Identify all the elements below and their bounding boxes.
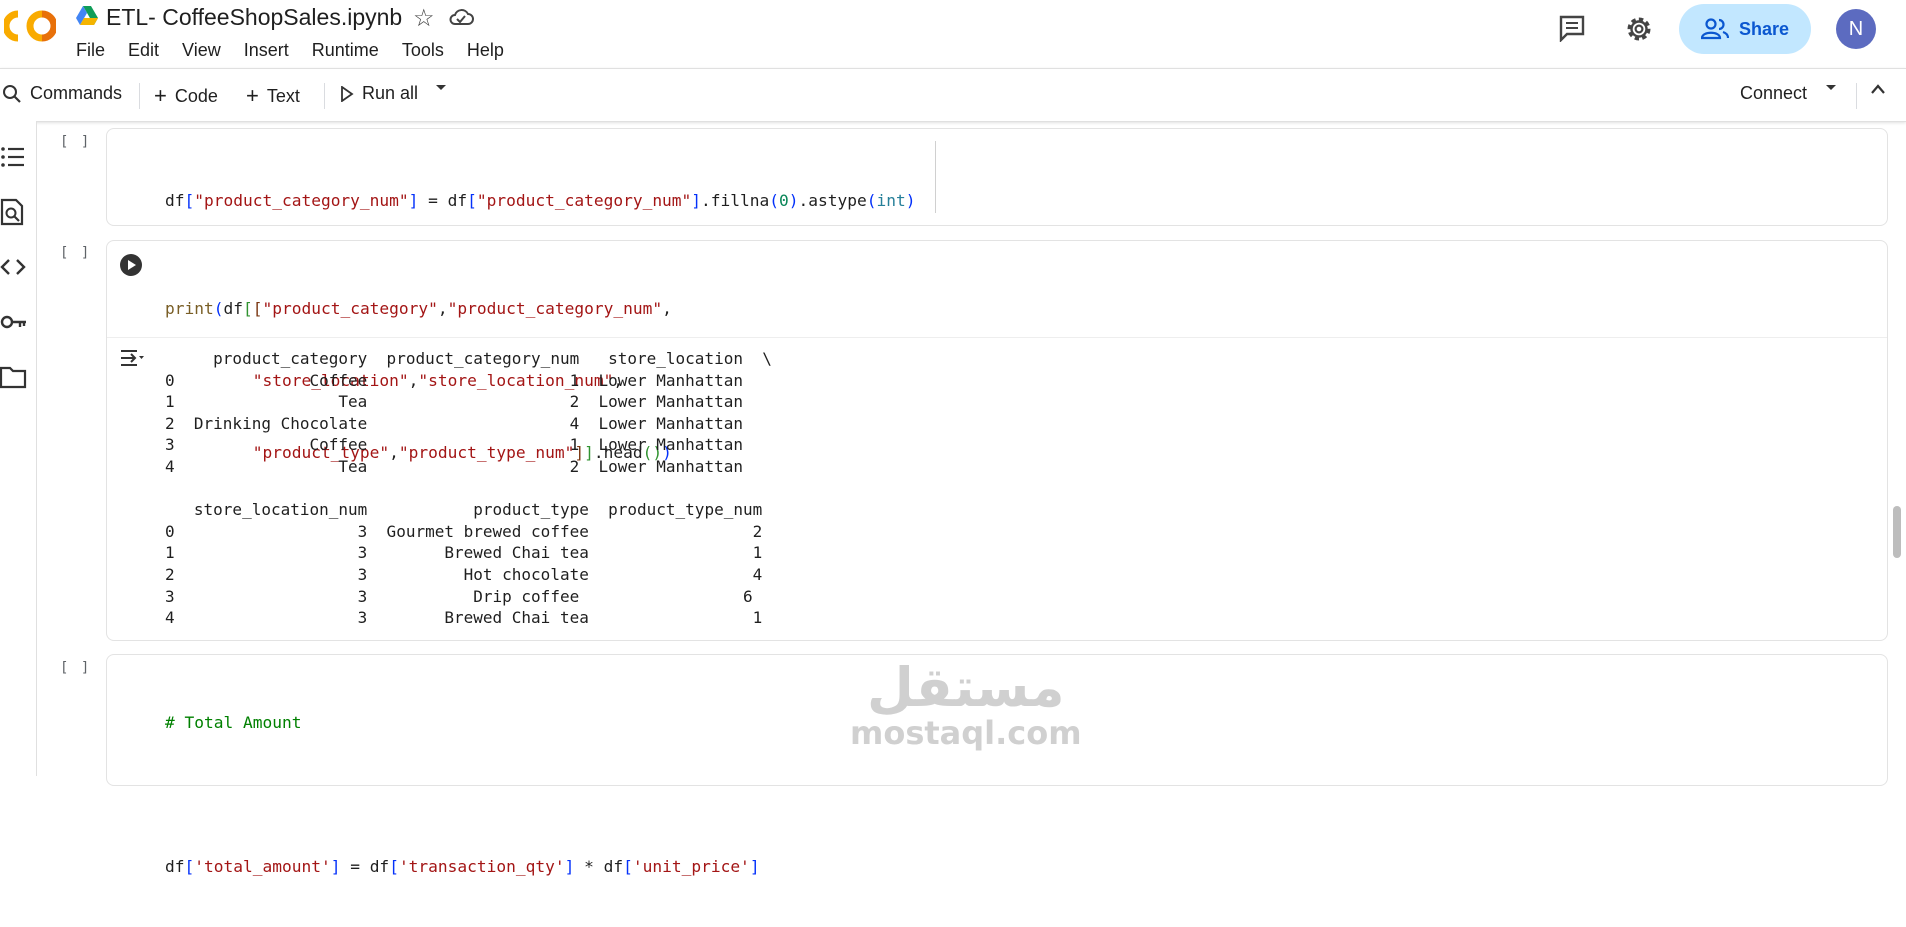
chevron-down-icon bbox=[436, 85, 446, 90]
menu-bar: File Edit View Insert Runtime Tools Help bbox=[76, 40, 527, 61]
commands-label: Commands bbox=[30, 83, 123, 103]
chevron-down-icon bbox=[1826, 85, 1836, 90]
header: ETL- CoffeeShopSales.ipynb ☆ File Edit V… bbox=[0, 0, 1906, 68]
cell-execution-count: [ ] bbox=[60, 660, 92, 676]
watermark-arabic: مستقل bbox=[867, 656, 1065, 719]
cloud-icon[interactable] bbox=[448, 6, 474, 28]
folder-icon[interactable] bbox=[0, 363, 28, 391]
toolbar-divider bbox=[139, 83, 140, 109]
run-all-label: Run all bbox=[362, 83, 419, 103]
watermark-latin: mostaql.com bbox=[850, 714, 1082, 752]
menu-edit[interactable]: Edit bbox=[128, 40, 159, 61]
drive-icon bbox=[76, 6, 98, 25]
plus-icon: + bbox=[154, 83, 167, 108]
star-icon[interactable]: ☆ bbox=[413, 4, 435, 33]
cell-execution-count: [ ] bbox=[60, 245, 92, 261]
gear-icon[interactable] bbox=[1624, 14, 1654, 44]
menu-runtime[interactable]: Runtime bbox=[312, 40, 379, 61]
menu-file[interactable]: File bbox=[76, 40, 105, 61]
connect-label: Connect bbox=[1740, 83, 1808, 103]
output-text: product_category product_category_num st… bbox=[165, 349, 772, 628]
run-options-dropdown[interactable] bbox=[434, 83, 448, 93]
share-button[interactable]: Share bbox=[1679, 4, 1811, 54]
add-text-button[interactable]: + Text bbox=[246, 83, 300, 109]
menu-help[interactable]: Help bbox=[467, 40, 504, 61]
commands-button[interactable]: Commands bbox=[2, 83, 122, 104]
toolbar-divider bbox=[324, 83, 325, 109]
output-toggle-icon[interactable] bbox=[119, 348, 145, 368]
plus-icon: + bbox=[246, 83, 259, 108]
toolbar-divider bbox=[1856, 83, 1857, 109]
colab-logo[interactable] bbox=[4, 8, 56, 44]
code-cell[interactable]: print(df[["product_category","product_ca… bbox=[106, 240, 1888, 641]
find-icon[interactable] bbox=[0, 198, 28, 226]
key-icon[interactable] bbox=[0, 308, 28, 336]
run-cell-icon[interactable] bbox=[119, 253, 143, 277]
cell-execution-count: [ ] bbox=[60, 134, 92, 150]
avatar[interactable]: N bbox=[1836, 9, 1876, 49]
comment-icon[interactable] bbox=[1558, 14, 1586, 42]
collapse-header-button[interactable] bbox=[1870, 83, 1886, 95]
add-code-button[interactable]: + Code bbox=[154, 83, 218, 109]
notebook-title[interactable]: ETL- CoffeeShopSales.ipynb bbox=[106, 4, 402, 31]
code-line: print(df[["product_category","product_ca… bbox=[165, 299, 672, 318]
search-icon bbox=[3, 84, 21, 103]
code-comment: # Total Amount bbox=[165, 713, 302, 732]
play-icon bbox=[341, 85, 354, 102]
people-icon bbox=[1700, 18, 1729, 40]
code-icon[interactable] bbox=[0, 253, 28, 281]
watermark: مستقل mostaql.com bbox=[850, 656, 1082, 752]
code-label: Code bbox=[174, 85, 218, 106]
run-all-button[interactable]: Run all bbox=[340, 83, 418, 104]
cell-output: product_category product_category_num st… bbox=[107, 338, 1887, 638]
share-label: Share bbox=[1738, 18, 1790, 39]
text-label: Text bbox=[266, 85, 300, 106]
menu-view[interactable]: View bbox=[182, 40, 221, 61]
connect-dropdown[interactable] bbox=[1824, 83, 1838, 93]
scrollbar-thumb[interactable] bbox=[1893, 506, 1901, 558]
chevron-up-icon bbox=[1871, 84, 1885, 94]
code-editor[interactable]: # Total Amount df['total_amount'] = df['… bbox=[165, 663, 760, 927]
menu-tools[interactable]: Tools bbox=[402, 40, 444, 61]
connect-button[interactable]: Connect bbox=[1740, 83, 1807, 104]
code-line: df["product_category_num"] = df["product… bbox=[165, 191, 916, 210]
toc-icon[interactable] bbox=[0, 143, 28, 171]
left-rail bbox=[0, 121, 37, 776]
code-line: df['total_amount'] = df['transaction_qty… bbox=[165, 857, 760, 876]
toolbar: Commands + Code + Text Run all Connect bbox=[0, 68, 1906, 122]
code-cell[interactable]: df["product_category_num"] = df["product… bbox=[106, 128, 1888, 354]
editor-ruler bbox=[935, 141, 936, 213]
menu-insert[interactable]: Insert bbox=[244, 40, 289, 61]
